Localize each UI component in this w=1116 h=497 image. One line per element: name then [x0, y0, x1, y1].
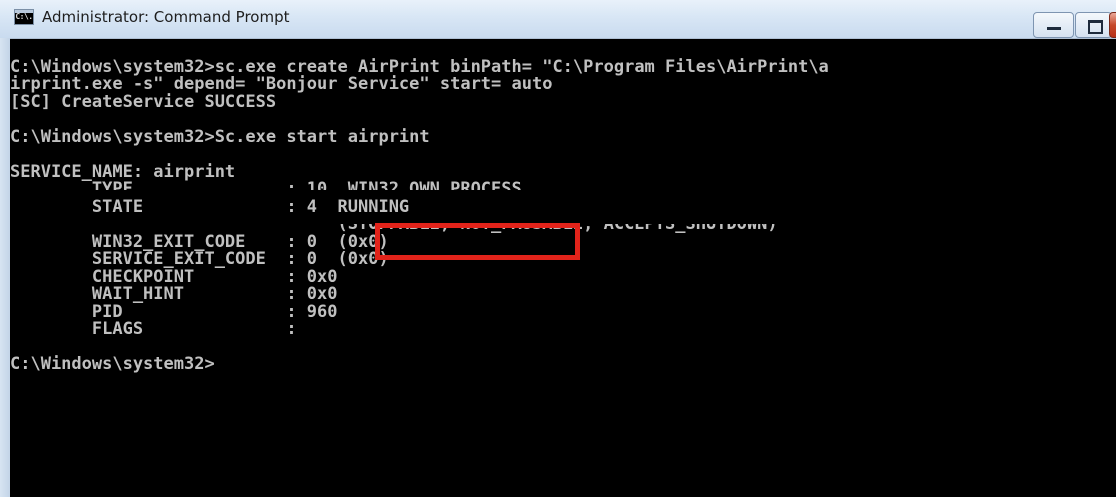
console-line: [SC] CreateService SUCCESS — [10, 92, 277, 112]
highlight-annotation-box — [375, 223, 580, 260]
window-title: Administrator: Command Prompt — [42, 8, 290, 26]
console-line: irprint.exe -s" depend= "Bonjour Service… — [10, 74, 553, 94]
maximize-button[interactable] — [1075, 12, 1112, 38]
window-frame-left — [0, 38, 10, 497]
minimize-icon — [1047, 27, 1061, 30]
console-output[interactable]: C:\Windows\system32>sc.exe create AirPri… — [10, 39, 1116, 497]
maximize-icon — [1088, 20, 1103, 34]
console-line: TYPE : 10 WIN32_OWN_PROCESS — [10, 179, 522, 199]
console-line: C:\Windows\system32>Sc.exe start airprin… — [10, 127, 430, 147]
console-line: FLAGS : — [10, 319, 297, 339]
console-line: SERVICE_EXIT_CODE : 0 (0x0) — [10, 249, 389, 269]
close-button[interactable]: × — [1109, 12, 1116, 38]
command-prompt-icon[interactable]: C:\. — [14, 9, 34, 25]
console-line: STATE : 4 RUNNING — [10, 197, 410, 217]
console-line: C:\Windows\system32> — [10, 354, 215, 374]
minimize-button[interactable] — [1033, 12, 1074, 38]
command-prompt-window: C:\. Administrator: Command Prompt × C:\… — [0, 0, 1116, 497]
console-line: SERVICE_NAME: airprint — [10, 162, 236, 182]
title-bar[interactable]: C:\. Administrator: Command Prompt × — [0, 0, 1116, 39]
console-line: WAIT_HINT : 0x0 — [10, 284, 338, 304]
